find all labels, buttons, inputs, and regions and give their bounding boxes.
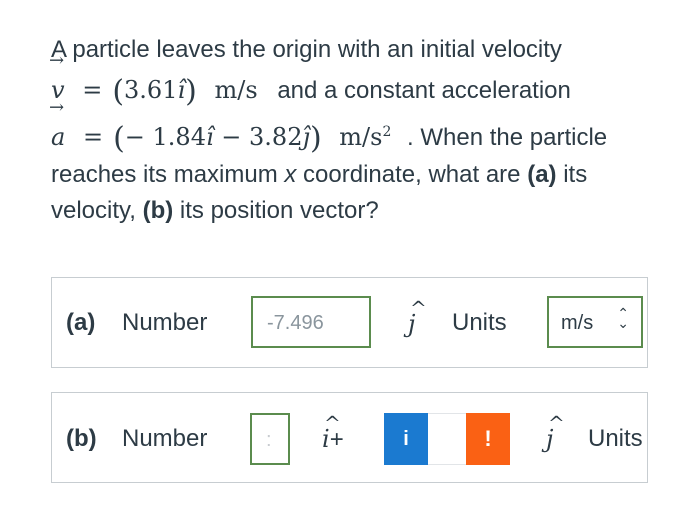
- info-icon[interactable]: i: [384, 413, 428, 465]
- answer-row-b: (b) Number : ^ i+ i ! ^ j Units: [51, 392, 648, 483]
- acceleration-symbol: → a: [49, 97, 66, 152]
- question-line-5: velocity, (b) its position vector?: [51, 197, 379, 224]
- part-a-number-input[interactable]: -7.496: [251, 296, 371, 348]
- question-line-2: → v = (3.61î) m/s and a constant accelerat…: [49, 50, 571, 110]
- i-hat-unit-vector: ^ i+: [322, 411, 344, 453]
- part-a-label: (a): [66, 309, 96, 336]
- question-line-1: A particle leaves the origin with an ini…: [51, 36, 562, 63]
- question-text: A particle leaves the origin with an ini…: [49, 30, 661, 231]
- part-b-units-label: Units: [588, 425, 643, 452]
- chevron-up-down-icon: ⌃ ⌄: [617, 305, 629, 331]
- question-line-4: reaches its maximum x coordinate, what a…: [51, 161, 588, 188]
- hidden-input-gap: [428, 413, 466, 465]
- part-a-units-select[interactable]: m/s ⌃ ⌄: [547, 296, 643, 348]
- part-b-number-input[interactable]: :: [250, 413, 290, 465]
- j-hat-unit-vector: ^ j: [408, 296, 427, 338]
- part-a-units-label: Units: [452, 309, 507, 336]
- question-line-3: → a = (− 1.84î − 3.82ĵ) m/s2 . When the pa…: [49, 97, 608, 157]
- warning-icon[interactable]: !: [466, 413, 510, 465]
- j-hat-unit-vector-b: ^ j: [546, 411, 565, 453]
- answer-row-a: (a) Number -7.496 ^ j Units m/s ⌃ ⌄: [51, 277, 648, 368]
- part-b-label: (b): [66, 425, 97, 452]
- part-a-number-label: Number: [122, 309, 208, 336]
- part-b-number-label: Number: [122, 425, 208, 452]
